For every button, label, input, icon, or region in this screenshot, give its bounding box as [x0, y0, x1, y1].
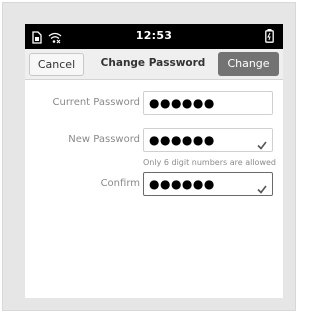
page-title: Change Password: [100, 57, 206, 69]
cancel-button[interactable]: Cancel: [29, 53, 84, 76]
change-button[interactable]: Change: [218, 52, 279, 76]
phone-screen: 12:53 Cancel Change Password Change Curr…: [25, 24, 283, 298]
device-frame: 12:53 Cancel Change Password Change Curr…: [2, 2, 296, 311]
password-hint: Only 6 digit numbers are allowed: [143, 158, 276, 167]
status-bar: 12:53: [25, 24, 283, 49]
confirm-field[interactable]: ●●●●●●: [143, 172, 273, 196]
header-bar: Cancel Change Password Change: [25, 49, 283, 80]
current-password-field[interactable]: ●●●●●●: [143, 91, 273, 115]
check-icon: [257, 179, 267, 198]
confirm-value: ●●●●●●: [149, 177, 215, 191]
new-password-field[interactable]: ●●●●●●: [143, 128, 273, 152]
new-password-label: New Password: [68, 134, 140, 145]
check-icon: [257, 135, 267, 154]
confirm-label: Confirm: [100, 178, 140, 189]
new-password-value: ●●●●●●: [149, 133, 215, 147]
current-password-value: ●●●●●●: [149, 96, 215, 110]
current-password-label: Current Password: [52, 97, 140, 108]
status-time: 12:53: [135, 29, 173, 42]
battery-charging-icon: [265, 28, 274, 47]
